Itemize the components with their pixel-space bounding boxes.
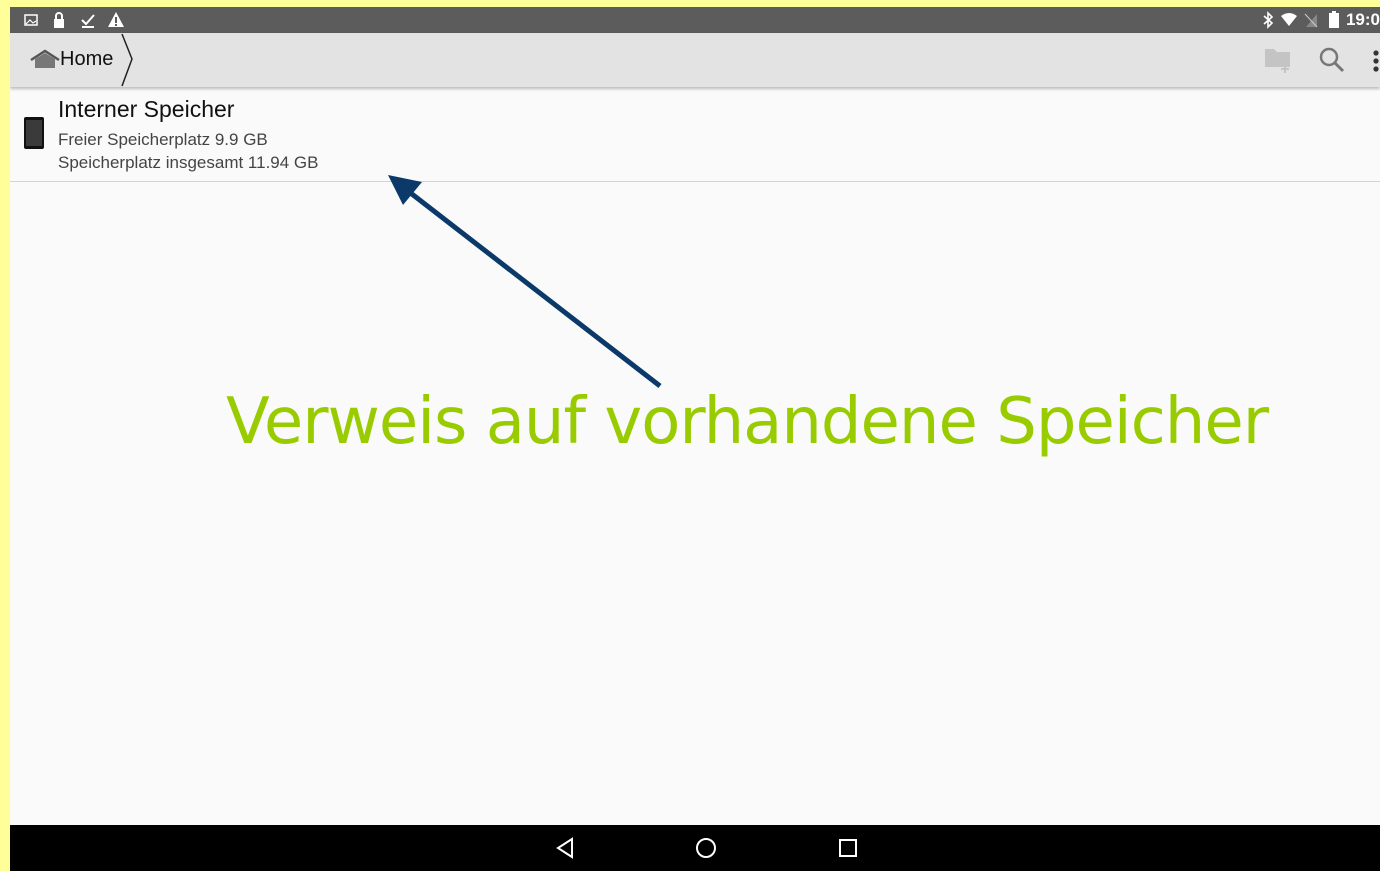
back-icon[interactable]	[555, 836, 575, 860]
annotation-caption: Verweis auf vorhandene Speicher	[226, 385, 1269, 459]
recents-icon[interactable]	[837, 836, 859, 860]
arrow-shaft	[406, 189, 662, 388]
navigation-bar	[10, 825, 1380, 871]
home-circle-icon[interactable]	[694, 836, 718, 860]
android-screen: 19:0 Home Interner Speicher Freier Speic…	[10, 7, 1380, 871]
